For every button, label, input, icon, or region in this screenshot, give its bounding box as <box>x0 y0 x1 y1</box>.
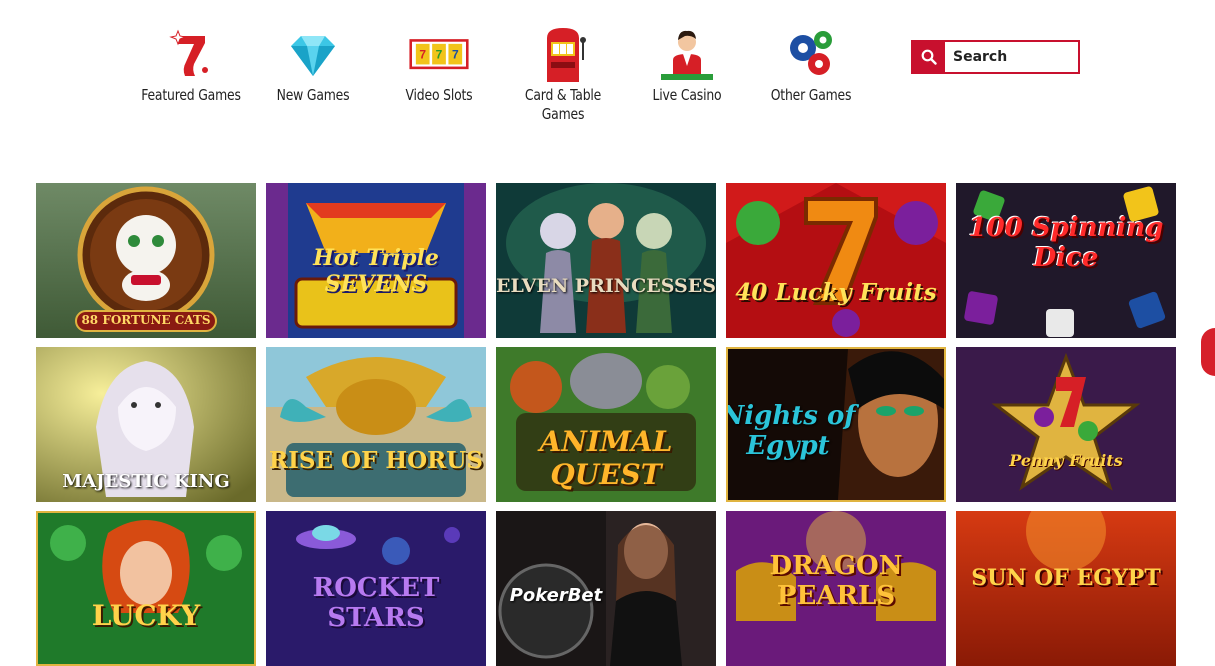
game-title: 88 FORTUNE CATS <box>81 313 211 327</box>
nav-other-games[interactable]: Other Games <box>749 26 873 105</box>
svg-text:7: 7 <box>419 47 426 61</box>
svg-text:7: 7 <box>452 47 459 61</box>
game-tile[interactable]: SUN OF EGYPT <box>956 511 1176 666</box>
search-icon <box>921 49 937 65</box>
game-tile[interactable]: MAJESTIC KING <box>36 347 256 502</box>
nav-featured-games[interactable]: Featured Games <box>129 26 253 105</box>
game-title: LUCKY <box>91 599 201 632</box>
game-thumbnail <box>956 347 1176 502</box>
game-title: ANIMAL QUEST <box>539 425 673 491</box>
game-tile[interactable]: LUCKY <box>36 511 256 666</box>
search-box <box>911 40 1081 74</box>
game-tile[interactable]: ANIMAL QUEST <box>496 347 716 502</box>
nav-label: Live Casino <box>652 86 722 104</box>
game-title: ELVEN PRINCESSES <box>496 275 716 297</box>
nav-label: Video Slots <box>405 86 473 104</box>
nav-live-casino[interactable]: Live Casino <box>625 26 749 105</box>
game-tile[interactable]: DRAGON PEARLS <box>726 511 946 666</box>
game-category-nav: Featured Games New Games 7 7 7 Video Slo… <box>0 0 1215 140</box>
side-widget-tab[interactable] <box>1201 328 1215 376</box>
game-tile[interactable]: RISE OF HORUS <box>266 347 486 502</box>
game-tile[interactable]: 100 Spinning Dice <box>956 183 1176 338</box>
nav-card-table-games[interactable]: Card & Table Games <box>501 26 625 124</box>
game-title: Penny Fruits <box>1009 451 1123 470</box>
search-button[interactable] <box>913 42 945 72</box>
nav-label: Other Games <box>770 86 852 104</box>
lucky-seven-icon <box>169 29 208 76</box>
nav-label: Card & Table Games <box>524 86 602 123</box>
game-tile[interactable]: 88 FORTUNE CATS <box>36 183 256 338</box>
game-tile[interactable]: PokerBet <box>496 511 716 666</box>
game-title: 40 Lucky Fruits <box>735 279 937 306</box>
game-tile[interactable]: Penny Fruits <box>956 347 1176 502</box>
slot-machine-icon <box>547 28 586 82</box>
gears-icon <box>790 31 832 75</box>
diamond-icon <box>291 36 335 76</box>
game-title: SUN OF EGYPT <box>971 565 1161 591</box>
svg-text:7: 7 <box>436 47 443 61</box>
game-tile[interactable]: Nights of Egypt <box>726 347 946 502</box>
game-title: Nights of Egypt <box>726 401 856 461</box>
game-tile[interactable]: 40 Lucky Fruits <box>726 183 946 338</box>
game-title: MAJESTIC KING <box>62 471 230 492</box>
game-title: DRAGON PEARLS <box>769 551 903 611</box>
game-thumbnail <box>38 513 254 664</box>
game-tile[interactable]: ELVEN PRINCESSES <box>496 183 716 338</box>
game-title: ROCKET STARS <box>312 573 440 633</box>
nav-label: Featured Games <box>141 86 241 104</box>
game-thumbnail <box>266 347 486 502</box>
game-title: 100 Spinning Dice <box>968 213 1164 273</box>
game-tile[interactable]: ROCKET STARS <box>266 511 486 666</box>
dealer-icon <box>661 30 713 80</box>
game-thumbnail <box>726 183 946 338</box>
nav-new-games[interactable]: New Games <box>251 26 375 105</box>
game-title: Hot Triple SEVENS <box>313 245 439 297</box>
nav-label: New Games <box>276 86 350 104</box>
game-thumbnail <box>496 183 716 338</box>
game-title: PokerBet <box>509 585 603 606</box>
search-input[interactable] <box>945 43 1081 71</box>
slot-reels-icon: 7 7 7 <box>409 39 469 70</box>
game-tile[interactable]: Hot Triple SEVENS <box>266 183 486 338</box>
nav-video-slots[interactable]: 7 7 7 Video Slots <box>377 26 501 105</box>
game-title: RISE OF HORUS <box>269 447 483 474</box>
